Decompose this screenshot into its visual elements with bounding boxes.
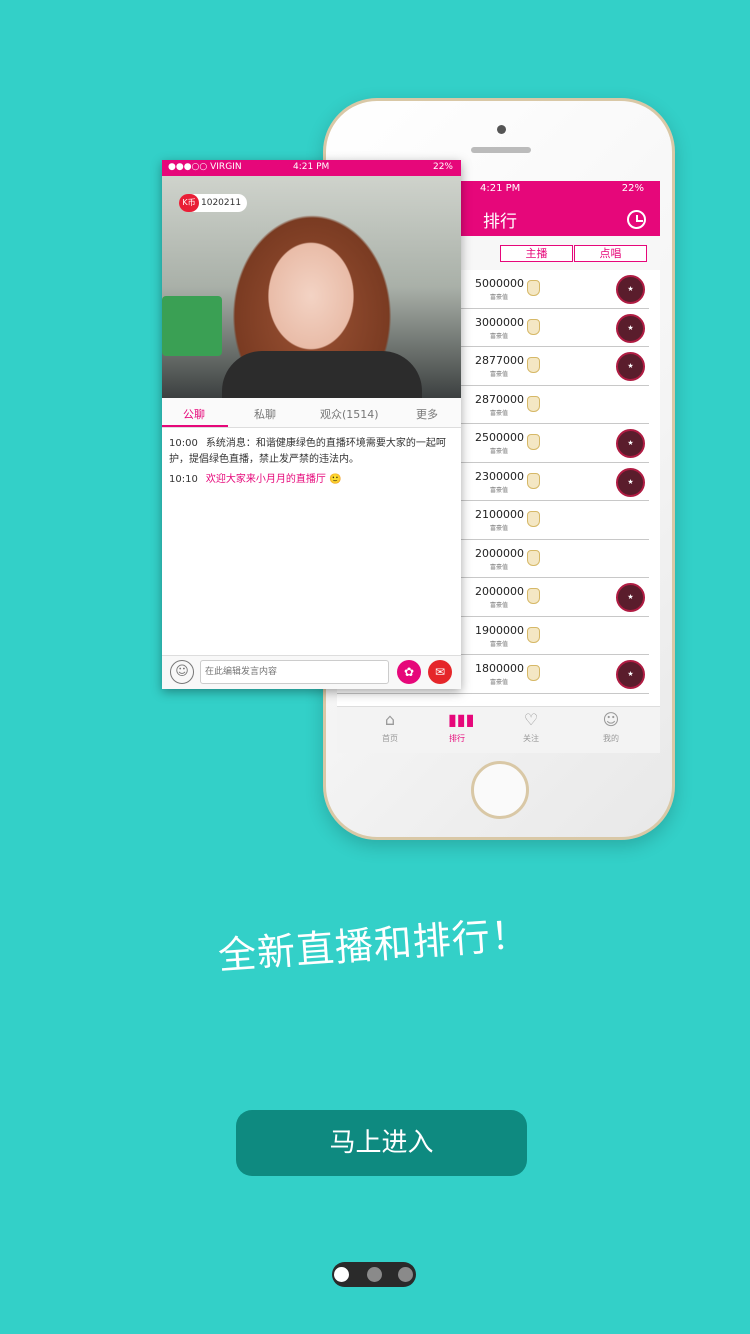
ranking-label: 富豪值 — [490, 371, 509, 378]
ranking-value: 2877000 — [475, 354, 524, 367]
ranking-value: 2870000 — [475, 392, 524, 406]
chart-icon: ▮▮▮ — [448, 710, 475, 729]
heart-icon: ♡ — [523, 710, 539, 729]
money-bag-icon — [527, 588, 540, 604]
rank-badge-icon: ★ — [616, 429, 645, 458]
chat-message: 10:10 欢迎大家来小月月的直播厅 🙂 — [169, 472, 457, 488]
rank-badge-icon: ★ — [616, 660, 645, 689]
camera-dot — [497, 125, 506, 134]
tab-audience[interactable]: 观众(1514) — [320, 406, 379, 422]
chat-tabs: 公聊 私聊 观众(1514) 更多 — [162, 398, 461, 428]
ranking-label: 富豪值 — [490, 525, 509, 532]
status-time: 4:21 PM — [293, 162, 330, 172]
status-battery: 22% — [432, 162, 453, 172]
ranking-label: 富豪值 — [490, 448, 509, 455]
ranking-value: 2000000 — [475, 546, 524, 560]
page-dot-1[interactable] — [334, 1267, 349, 1282]
ranking-value: 1800000 — [475, 662, 524, 675]
live-room-screen: ●●●○○ VIRGIN 4:21 PM 22% K币 1020211 公聊 私… — [162, 160, 461, 689]
ranking-label: 富豪值 — [490, 486, 509, 494]
ranking-label: 富豪值 — [490, 602, 509, 609]
ranking-value: 5000000 — [475, 277, 524, 290]
rank-badge-icon: ★ — [616, 352, 645, 381]
money-bag-icon — [527, 549, 540, 566]
nav-ranking[interactable]: ▮▮▮ 排行 — [427, 711, 487, 744]
ranking-value: 2000000 — [475, 585, 524, 598]
home-button — [471, 761, 529, 819]
home-icon: ⌂ — [384, 710, 396, 729]
chat-input-bar: ☺ ✿ ✉ — [162, 655, 461, 689]
user-icon: ☺ — [602, 710, 620, 729]
slogan: 全新直播和排行！ — [216, 912, 532, 978]
money-bag-icon — [527, 280, 540, 296]
active-tab-indicator — [162, 425, 228, 427]
gift-icon[interactable]: ✿ — [397, 660, 421, 684]
rank-badge-icon: ★ — [616, 467, 645, 497]
page-dot-3[interactable] — [398, 1267, 413, 1282]
money-bag-icon — [527, 665, 540, 681]
message-time: 10:10 — [169, 474, 198, 485]
status-time: 4:21 PM — [480, 183, 521, 194]
rank-badge-icon: ★ — [616, 275, 645, 304]
ranking-value: 2500000 — [475, 431, 524, 444]
nav-home-label: 首页 — [382, 734, 398, 743]
ranking-label: 富豪值 — [490, 332, 509, 340]
red-packet-icon[interactable]: ✉ — [428, 660, 452, 684]
clock-icon[interactable] — [627, 210, 646, 229]
ranking-value: 3000000 — [475, 315, 524, 329]
subtab-song[interactable]: 点唱 — [574, 245, 647, 262]
page-title: 排行 — [483, 212, 517, 232]
money-bag-icon — [527, 357, 540, 373]
money-bag-icon — [527, 395, 540, 412]
tab-more[interactable]: 更多 — [416, 406, 438, 422]
ranking-value: 2100000 — [475, 508, 524, 521]
money-bag-icon — [527, 511, 540, 527]
nav-follow-label: 关注 — [523, 734, 539, 743]
tab-public-chat[interactable]: 公聊 — [183, 406, 205, 422]
ranking-label: 富豪值 — [490, 294, 509, 301]
nav-profile-label: 我的 — [603, 734, 619, 743]
coin-value: 1020211 — [201, 198, 242, 208]
nav-ranking-label: 排行 — [449, 734, 465, 743]
status-carrier: ●●●○○ VIRGIN — [168, 162, 242, 172]
page-indicator — [332, 1262, 416, 1287]
chat-input[interactable] — [200, 660, 389, 684]
ranking-label: 富豪值 — [490, 640, 509, 648]
ranking-value: 1900000 — [475, 623, 524, 637]
bottom-nav: ⌂ 首页 ▮▮▮ 排行 ♡ 关注 ☺ 我的 — [337, 706, 660, 753]
ranking-label: 富豪值 — [490, 409, 509, 417]
tab-private-chat[interactable]: 私聊 — [254, 406, 276, 422]
money-bag-icon — [527, 472, 540, 489]
subtab-anchor[interactable]: 主播 — [500, 245, 573, 262]
money-bag-icon — [527, 626, 540, 643]
message-time: 10:00 — [169, 438, 198, 449]
live-status-bar: ●●●○○ VIRGIN 4:21 PM 22% — [162, 160, 461, 176]
money-bag-icon — [527, 318, 540, 335]
rank-badge-icon: ★ — [616, 313, 645, 343]
nav-follow[interactable]: ♡ 关注 — [501, 711, 561, 744]
status-battery: 22% — [621, 183, 644, 194]
chat-message: 10:00 系统消息：和谐健康绿色的直播环境需要大家的一起呵护，提倡绿色直播，禁止… — [169, 436, 457, 468]
ranking-label: 富豪值 — [490, 563, 509, 571]
host-shirt — [222, 351, 422, 398]
rank-badge-icon: ★ — [616, 583, 645, 612]
message-text: 欢迎大家来小月月的直播厅 🙂 — [205, 474, 342, 485]
background-object — [162, 296, 222, 356]
emoji-icon[interactable]: ☺ — [170, 660, 194, 684]
message-text: 系统消息：和谐健康绿色的直播环境需要大家的一起呵护，提倡绿色直播，禁止发严禁的违… — [169, 438, 446, 465]
chat-messages: 10:00 系统消息：和谐健康绿色的直播环境需要大家的一起呵护，提倡绿色直播，禁止… — [169, 436, 457, 492]
coin-icon: K币 — [179, 194, 199, 212]
page-dot-2[interactable] — [367, 1267, 382, 1282]
enter-button[interactable]: 马上进入 — [236, 1110, 527, 1176]
speaker-grill — [471, 147, 531, 153]
coin-badge: K币 1020211 — [179, 194, 248, 212]
nav-profile[interactable]: ☺ 我的 — [581, 711, 641, 744]
ranking-label: 富豪值 — [490, 679, 509, 686]
nav-home[interactable]: ⌂ 首页 — [360, 711, 420, 744]
money-bag-icon — [527, 434, 540, 450]
ranking-value: 2300000 — [475, 469, 524, 483]
